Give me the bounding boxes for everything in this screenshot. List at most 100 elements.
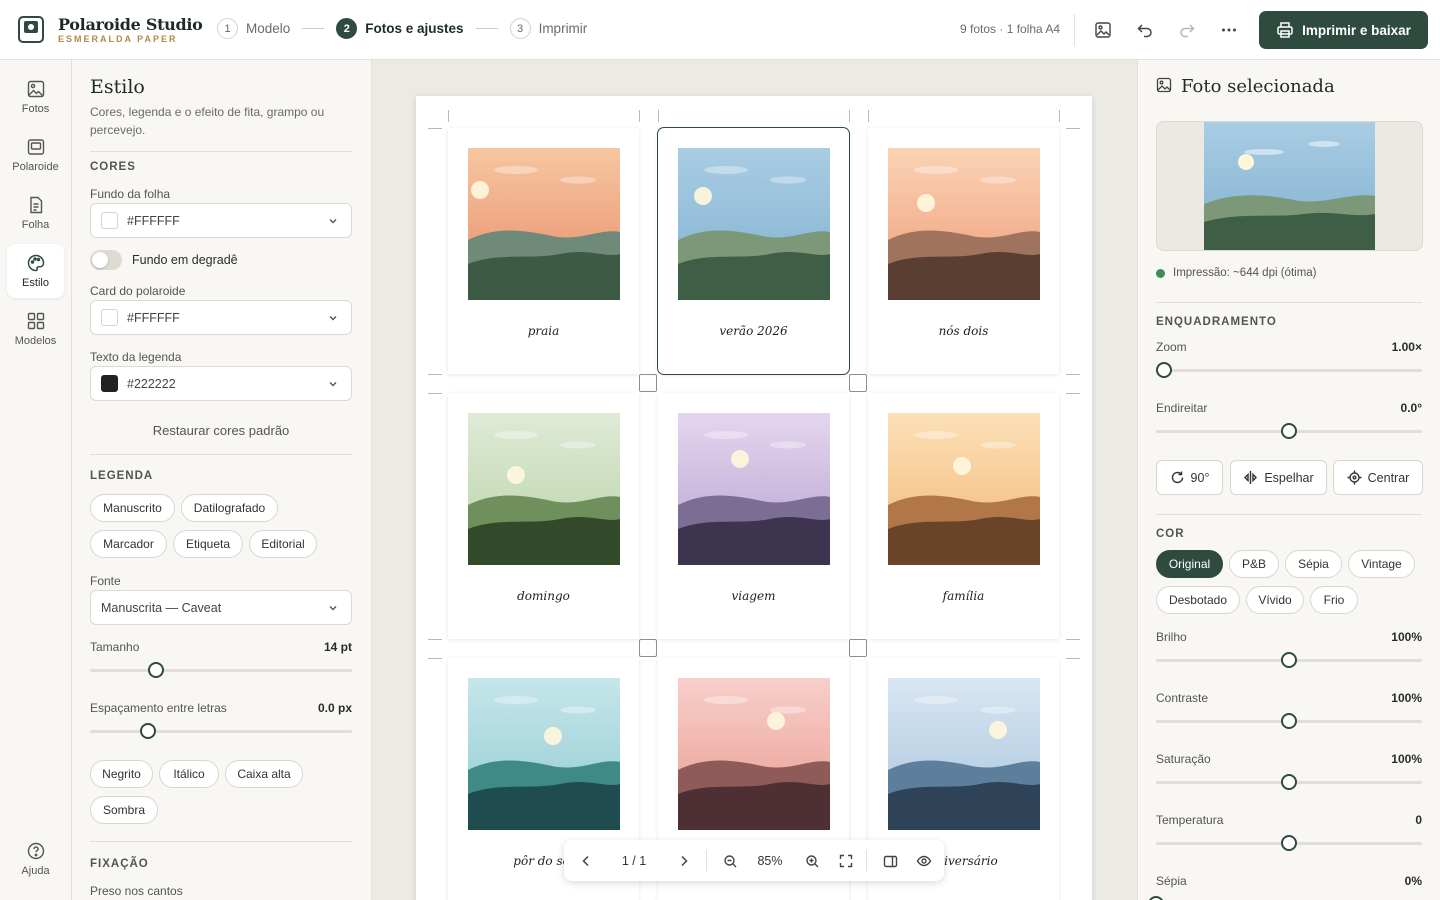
- crop-mark: [448, 110, 449, 122]
- filter-vivido[interactable]: Vívido: [1246, 586, 1304, 614]
- resize-handle[interactable]: [849, 374, 867, 392]
- resize-handle[interactable]: [849, 639, 867, 657]
- font-select[interactable]: Manuscrita — Caveat: [90, 590, 352, 625]
- photo-caption: praia: [527, 324, 560, 338]
- slider-knob[interactable]: [1281, 713, 1297, 729]
- zoom-out-button[interactable]: [720, 852, 740, 870]
- legend-style-editorial[interactable]: Editorial: [249, 530, 317, 558]
- adjust-slider[interactable]: [1148, 895, 1422, 900]
- fullscreen-icon: [839, 854, 853, 868]
- polaroid-card[interactable]: nós dois: [868, 128, 1059, 374]
- polaroid-card[interactable]: viagem: [658, 393, 849, 639]
- legend-style-marcador[interactable]: Marcador: [90, 530, 167, 558]
- filter-desbotado[interactable]: Desbotado: [1156, 586, 1240, 614]
- slider-knob[interactable]: [1281, 835, 1297, 851]
- zoom-slider[interactable]: [1155, 361, 1422, 379]
- filter-frio[interactable]: Frio: [1310, 586, 1358, 614]
- adjust-slider[interactable]: [1156, 773, 1422, 791]
- crop-mark: [1066, 639, 1080, 640]
- size-value: 14 pt: [323, 640, 352, 654]
- reset-colors-button[interactable]: Restaurar cores padrão: [90, 423, 352, 438]
- redo-icon[interactable]: [1175, 18, 1199, 42]
- filter-original[interactable]: Original: [1156, 550, 1223, 578]
- spacing-slider[interactable]: [90, 722, 352, 740]
- rail-label: Fotos: [21, 103, 50, 115]
- filter-sepia[interactable]: Sépia: [1285, 550, 1342, 578]
- legend-style-manuscrito[interactable]: Manuscrito: [90, 494, 175, 522]
- rail-item-modelos[interactable]: Modelos: [7, 302, 64, 356]
- step-number: 2: [336, 18, 358, 39]
- filter-vintage[interactable]: Vintage: [1348, 550, 1415, 578]
- caption-color-select[interactable]: #222222: [90, 366, 352, 401]
- sheet-bg-select[interactable]: #FFFFFF: [90, 203, 352, 238]
- format-bold[interactable]: Negrito: [90, 760, 153, 788]
- canvas-area: praia verão 2026 nós dois domingo viagem famí…: [372, 60, 1137, 900]
- slider-knob[interactable]: [1148, 896, 1164, 900]
- photo-preview[interactable]: [1156, 121, 1423, 251]
- polaroid-card[interactable]: verão 2026: [657, 127, 850, 375]
- rotate-button[interactable]: 90°: [1156, 460, 1223, 495]
- zoom-in-button[interactable]: [802, 852, 822, 870]
- more-icon[interactable]: [1217, 18, 1241, 42]
- resize-handle[interactable]: [639, 374, 657, 392]
- adjust-value: 100%: [1391, 691, 1422, 705]
- polaroid-card[interactable]: praia: [448, 128, 639, 374]
- legend-style-datilografado[interactable]: Datilografado: [181, 494, 278, 522]
- card-color-select[interactable]: #FFFFFF: [90, 300, 352, 335]
- rail-item-estilo[interactable]: Estilo: [7, 244, 64, 298]
- step-label: Modelo: [246, 21, 291, 36]
- print-download-button[interactable]: Imprimir e baixar: [1259, 11, 1428, 49]
- rail-label: Polaroide: [12, 161, 59, 173]
- toolbar-divider: [866, 850, 867, 871]
- rail-item-folha[interactable]: Folha: [7, 186, 64, 240]
- straighten-slider[interactable]: [1156, 422, 1422, 440]
- chevron-left-icon: [582, 855, 589, 867]
- slider-knob[interactable]: [147, 662, 164, 678]
- undo-icon[interactable]: [1133, 18, 1157, 42]
- gradient-toggle[interactable]: [90, 250, 122, 270]
- step-divider: [302, 28, 325, 29]
- slider-knob[interactable]: [139, 723, 156, 739]
- polaroid-card[interactable]: domingo: [448, 393, 639, 639]
- center-button[interactable]: Centrar: [1333, 460, 1423, 495]
- zoom-label: Zoom: [1156, 340, 1187, 354]
- step-fotos-ajustes[interactable]: 2 Fotos e ajustes: [336, 18, 464, 39]
- prev-page-button[interactable]: [576, 852, 596, 870]
- adjust-slider[interactable]: [1156, 651, 1422, 669]
- legend-style-etiqueta[interactable]: Etiqueta: [173, 530, 243, 558]
- next-page-button[interactable]: [674, 852, 694, 870]
- rail-item-fotos[interactable]: Fotos: [7, 70, 64, 124]
- photo-image: [678, 413, 830, 565]
- format-italic[interactable]: Itálico: [159, 760, 219, 788]
- resize-handle[interactable]: [639, 639, 657, 657]
- step-imprimir[interactable]: 3 Imprimir: [509, 18, 587, 39]
- rail-label: Ajuda: [21, 865, 50, 877]
- format-uppercase[interactable]: Caixa alta: [225, 760, 303, 788]
- rail-label: Modelos: [14, 335, 57, 347]
- print-button-label: Imprimir e baixar: [1302, 22, 1411, 38]
- colors-section-title: CORES: [90, 161, 136, 173]
- filter-pb[interactable]: P&B: [1229, 550, 1279, 578]
- toggle-panel-button[interactable]: [880, 852, 900, 870]
- a4-sheet: praia verão 2026 nós dois domingo viagem famí…: [416, 96, 1092, 900]
- slider-knob[interactable]: [1281, 652, 1297, 668]
- step-modelo[interactable]: 1 Modelo: [217, 18, 290, 39]
- page-indicator: 1 / 1: [621, 854, 647, 868]
- step-divider: [475, 28, 498, 29]
- adjust-slider[interactable]: [1156, 712, 1422, 730]
- slider-knob[interactable]: [1281, 423, 1297, 439]
- adjust-slider[interactable]: [1156, 834, 1422, 852]
- rail-item-ajuda[interactable]: Ajuda: [7, 832, 64, 886]
- fit-screen-button[interactable]: [836, 852, 856, 870]
- polaroid-card[interactable]: família: [868, 393, 1059, 639]
- size-slider[interactable]: [90, 661, 352, 679]
- sheet-summary: 9 fotos · 1 folha A4: [960, 22, 1061, 36]
- image-icon[interactable]: [1091, 18, 1115, 42]
- slider-track: [90, 730, 352, 733]
- rail-item-polaroide[interactable]: Polaroide: [7, 128, 64, 182]
- preview-button[interactable]: [914, 852, 934, 870]
- slider-knob[interactable]: [1281, 774, 1297, 790]
- format-shadow[interactable]: Sombra: [90, 796, 158, 824]
- mirror-button[interactable]: Espelhar: [1230, 460, 1327, 495]
- slider-knob[interactable]: [1155, 362, 1172, 378]
